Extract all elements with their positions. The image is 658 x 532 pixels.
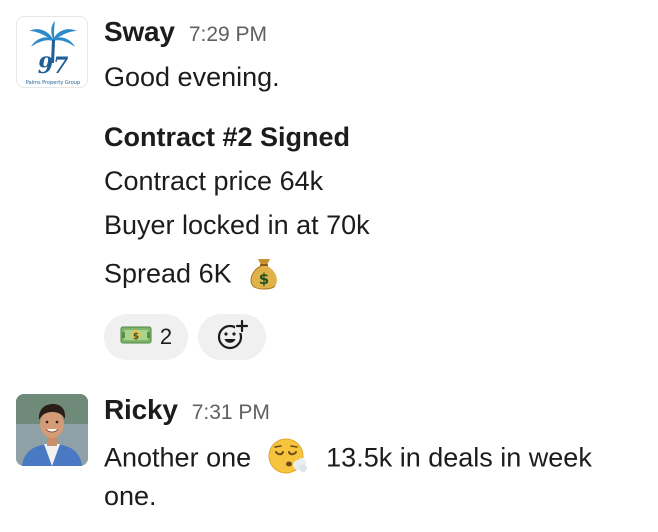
sender-avatar[interactable]: 97 Palms Property Group bbox=[16, 16, 88, 88]
add-reaction-icon bbox=[215, 318, 249, 357]
timestamp[interactable]: 7:29 PM bbox=[189, 23, 267, 47]
sender-name[interactable]: Sway bbox=[104, 16, 175, 48]
message-line: one. bbox=[104, 481, 157, 511]
reaction-count: 2 bbox=[159, 324, 173, 349]
message-line: Buyer locked in at 70k bbox=[104, 210, 370, 240]
user-photo-icon bbox=[16, 394, 88, 466]
message-sway: 97 Palms Property Group Sway 7:29 PM Goo… bbox=[0, 0, 658, 370]
sender-name[interactable]: Ricky bbox=[104, 394, 178, 426]
message-line-with-emoji: Another one 13.5k in deals in week bbox=[104, 436, 592, 483]
message-text: 13.5k in deals in week bbox=[326, 442, 592, 473]
message-line-with-emoji: Spread 6K $ bbox=[104, 253, 281, 298]
svg-text:$: $ bbox=[133, 332, 139, 342]
logo-caption: Palms Property Group bbox=[26, 80, 80, 86]
logo-number: 97 bbox=[38, 53, 69, 79]
message-text: Another one bbox=[104, 442, 252, 473]
message-line: Good evening. bbox=[104, 62, 280, 92]
dollar-banknote-icon: $ bbox=[120, 324, 152, 351]
message-header: Ricky 7:31 PM bbox=[104, 394, 270, 426]
reaction-dollar[interactable]: $ 2 bbox=[104, 314, 188, 360]
message-text: Spread 6K bbox=[104, 258, 232, 289]
palm-tree-logo-icon: 97 Palms Property Group bbox=[26, 21, 80, 86]
add-reaction-button[interactable] bbox=[198, 314, 266, 360]
message-ricky: Ricky 7:31 PM Another one 13.5k in deals… bbox=[0, 380, 658, 532]
face-exhaling-emoji-icon bbox=[267, 436, 309, 483]
message-heading: Contract #2 Signed bbox=[104, 122, 351, 152]
money-bag-emoji-icon: $ bbox=[247, 253, 281, 298]
message-header: Sway 7:29 PM bbox=[104, 16, 267, 48]
timestamp[interactable]: 7:31 PM bbox=[192, 401, 270, 425]
message-line: Contract price 64k bbox=[104, 166, 324, 196]
svg-text:$: $ bbox=[259, 270, 269, 288]
sender-avatar[interactable] bbox=[16, 394, 88, 466]
